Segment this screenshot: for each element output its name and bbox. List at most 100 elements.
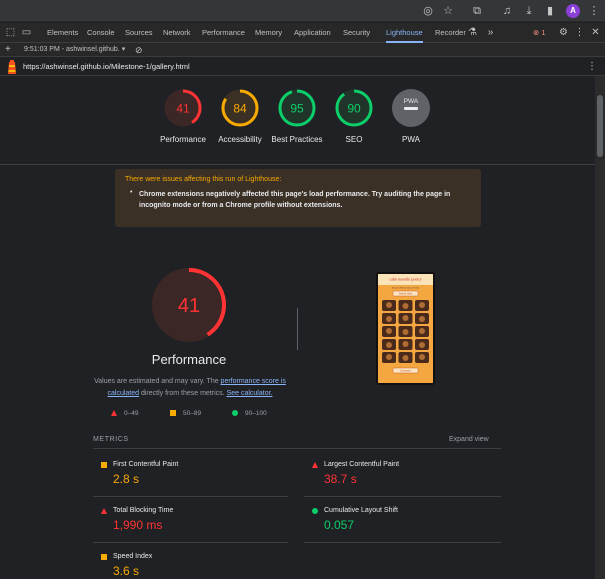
more-vert-icon[interactable]: ⋮	[587, 4, 601, 18]
divider	[297, 308, 298, 350]
svg-text:41: 41	[176, 102, 190, 116]
devtools-menu-icon[interactable]: ⋮	[573, 26, 586, 39]
extensions-icon[interactable]: ⧉	[470, 4, 484, 18]
warning-title: There were issues affecting this run of …	[125, 176, 282, 183]
gauge-accessibility[interactable]: 84 Accessibility	[208, 88, 272, 145]
fail-triangle-icon	[111, 410, 117, 417]
side-panel-icon[interactable]: ▮	[543, 4, 557, 18]
pass-circle-icon	[232, 410, 238, 417]
metric-status-icon	[312, 508, 318, 514]
tab-console[interactable]: Console	[87, 23, 115, 43]
tab-application[interactable]: Application	[294, 23, 331, 43]
desc-text: directly from these metrics.	[139, 390, 227, 397]
tab-recorder[interactable]: Recorder	[435, 23, 466, 43]
avatar[interactable]: A	[566, 4, 580, 18]
metric-status-icon	[101, 554, 107, 560]
devtools-tab-bar: ⬚ ▭ Elements Console Sources Network Per…	[0, 23, 605, 43]
expand-view-toggle[interactable]: Expand view	[449, 436, 489, 443]
metrics-heading: METRICS	[93, 436, 129, 443]
browser-toolbar: ◎ ☆ ⧉ ♫ ⤓ ▮ A ⋮	[0, 0, 605, 22]
tab-security[interactable]: Security	[343, 23, 370, 43]
svg-text:84: 84	[233, 102, 247, 116]
metric-status-icon	[101, 508, 107, 514]
legend-fail: 0–49	[111, 410, 138, 417]
report-selector[interactable]: 9:51:03 PM - ashwinsel.github. ▾	[24, 43, 125, 57]
metric-value: 38.7 s	[324, 472, 357, 486]
final-screenshot[interactable]: calm marathi poetry Marathi | Hindi | In…	[376, 272, 435, 385]
lighthouse-report: 41 Performance 84 Accessibility 95 Best …	[0, 76, 595, 579]
performance-title: Performance	[151, 352, 227, 367]
error-count-badge[interactable]: ⊗ 1	[533, 26, 546, 39]
gauge-best-practices[interactable]: 95 Best Practices	[265, 88, 329, 145]
divider	[304, 496, 501, 497]
chevron-down-icon: ▾	[121, 46, 126, 53]
gauge-label: Accessibility	[218, 135, 262, 144]
score-description: Values are estimated and may vary. The p…	[90, 376, 290, 400]
svg-text:calm marathi poetry: calm marathi poetry	[389, 277, 421, 282]
download-icon[interactable]: ⤓	[522, 4, 536, 18]
metric-cumulative-layout-shift: Cumulative Layout Shift 0.057	[312, 507, 502, 537]
metric-value: 1,990 ms	[113, 518, 163, 532]
media-icon[interactable]: ♫	[500, 4, 514, 18]
metric-value: 0.057	[324, 518, 355, 532]
svg-text:95: 95	[290, 102, 304, 116]
close-devtools-icon[interactable]: ✕	[589, 26, 602, 39]
warning-text: Chrome extensions negatively affected th…	[139, 191, 451, 209]
report-url-bar: https://ashwinsel.github.io/Milestone-1/…	[0, 58, 605, 76]
report-url[interactable]: https://ashwinsel.github.io/Milestone-1/…	[23, 58, 190, 76]
scrollbar-thumb[interactable]	[597, 95, 603, 157]
metric-name: Largest Contentful Paint	[324, 461, 400, 468]
runtime-warning: There were issues affecting this run of …	[115, 169, 481, 227]
metric-status-icon	[101, 462, 107, 468]
report-selector-label: 9:51:03 PM - ashwinsel.github.	[24, 46, 120, 53]
gauge-performance[interactable]: 41 Performance	[151, 88, 215, 145]
gauge-pwa[interactable]: PWA PWA	[379, 88, 443, 145]
gauge-label: SEO	[345, 135, 363, 144]
legend-pass: 90–100	[232, 410, 267, 417]
more-tabs-icon[interactable]: »	[484, 26, 497, 39]
tab-lighthouse[interactable]: Lighthouse	[386, 23, 423, 43]
bookmark-star-icon[interactable]: ☆	[441, 4, 455, 18]
legend-text: 50–89	[183, 410, 202, 417]
warning-bullet: •	[130, 189, 133, 196]
gauge-ring: 95	[278, 89, 316, 127]
svg-text:90: 90	[347, 102, 361, 116]
new-report-button[interactable]: +	[5, 43, 11, 57]
clear-reports-icon[interactable]: ⊘	[135, 43, 143, 57]
tab-network[interactable]: Network	[163, 23, 191, 43]
score-gauges: 41 Performance 84 Accessibility 95 Best …	[0, 76, 595, 165]
lighthouse-toolbar: + 9:51:03 PM - ashwinsel.github. ▾ ⊘	[0, 43, 605, 57]
average-square-icon	[170, 410, 176, 417]
device-toolbar-icon[interactable]: ▭	[20, 26, 33, 39]
see-calculator-link[interactable]: See calculator.	[227, 390, 273, 397]
svg-text:Submit Here: Submit Here	[399, 293, 413, 296]
gauge-label: Best Practices	[271, 135, 323, 144]
gauge-seo[interactable]: 90 SEO	[322, 88, 386, 145]
settings-gear-icon[interactable]: ⚙	[557, 26, 570, 39]
metric-name: Cumulative Layout Shift	[324, 507, 398, 514]
svg-text:41: 41	[178, 295, 200, 317]
metric-largest-contentful-paint: Largest Contentful Paint 38.7 s	[312, 461, 502, 491]
svg-text:Marathi | Hindi | Indian | Poe: Marathi | Hindi | Indian | Poetry	[392, 287, 419, 290]
inspect-element-icon[interactable]: ⬚	[4, 26, 17, 39]
report-menu-icon[interactable]: ⋮	[587, 58, 597, 76]
divider	[93, 496, 288, 497]
divider	[93, 542, 288, 543]
metric-first-contentful-paint: First Contentful Paint 2.8 s	[101, 461, 291, 491]
eye-off-icon[interactable]: ◎	[421, 4, 435, 18]
tab-memory[interactable]: Memory	[255, 23, 282, 43]
tab-performance[interactable]: Performance	[202, 23, 245, 43]
error-count: 1	[541, 28, 546, 37]
gauge-ring: 41	[164, 89, 202, 127]
divider	[304, 542, 501, 543]
desc-text: Values are estimated and may vary. The	[94, 378, 221, 385]
divider	[93, 448, 501, 449]
metric-status-icon	[312, 462, 318, 468]
flask-icon: ⚗	[468, 27, 477, 38]
metric-name: First Contentful Paint	[113, 461, 179, 468]
performance-score-gauge: 41	[152, 268, 226, 342]
metric-value: 2.8 s	[113, 472, 140, 486]
svg-text:Comment: Comment	[400, 370, 411, 373]
tab-sources[interactable]: Sources	[125, 23, 153, 43]
tab-elements[interactable]: Elements	[47, 23, 78, 43]
